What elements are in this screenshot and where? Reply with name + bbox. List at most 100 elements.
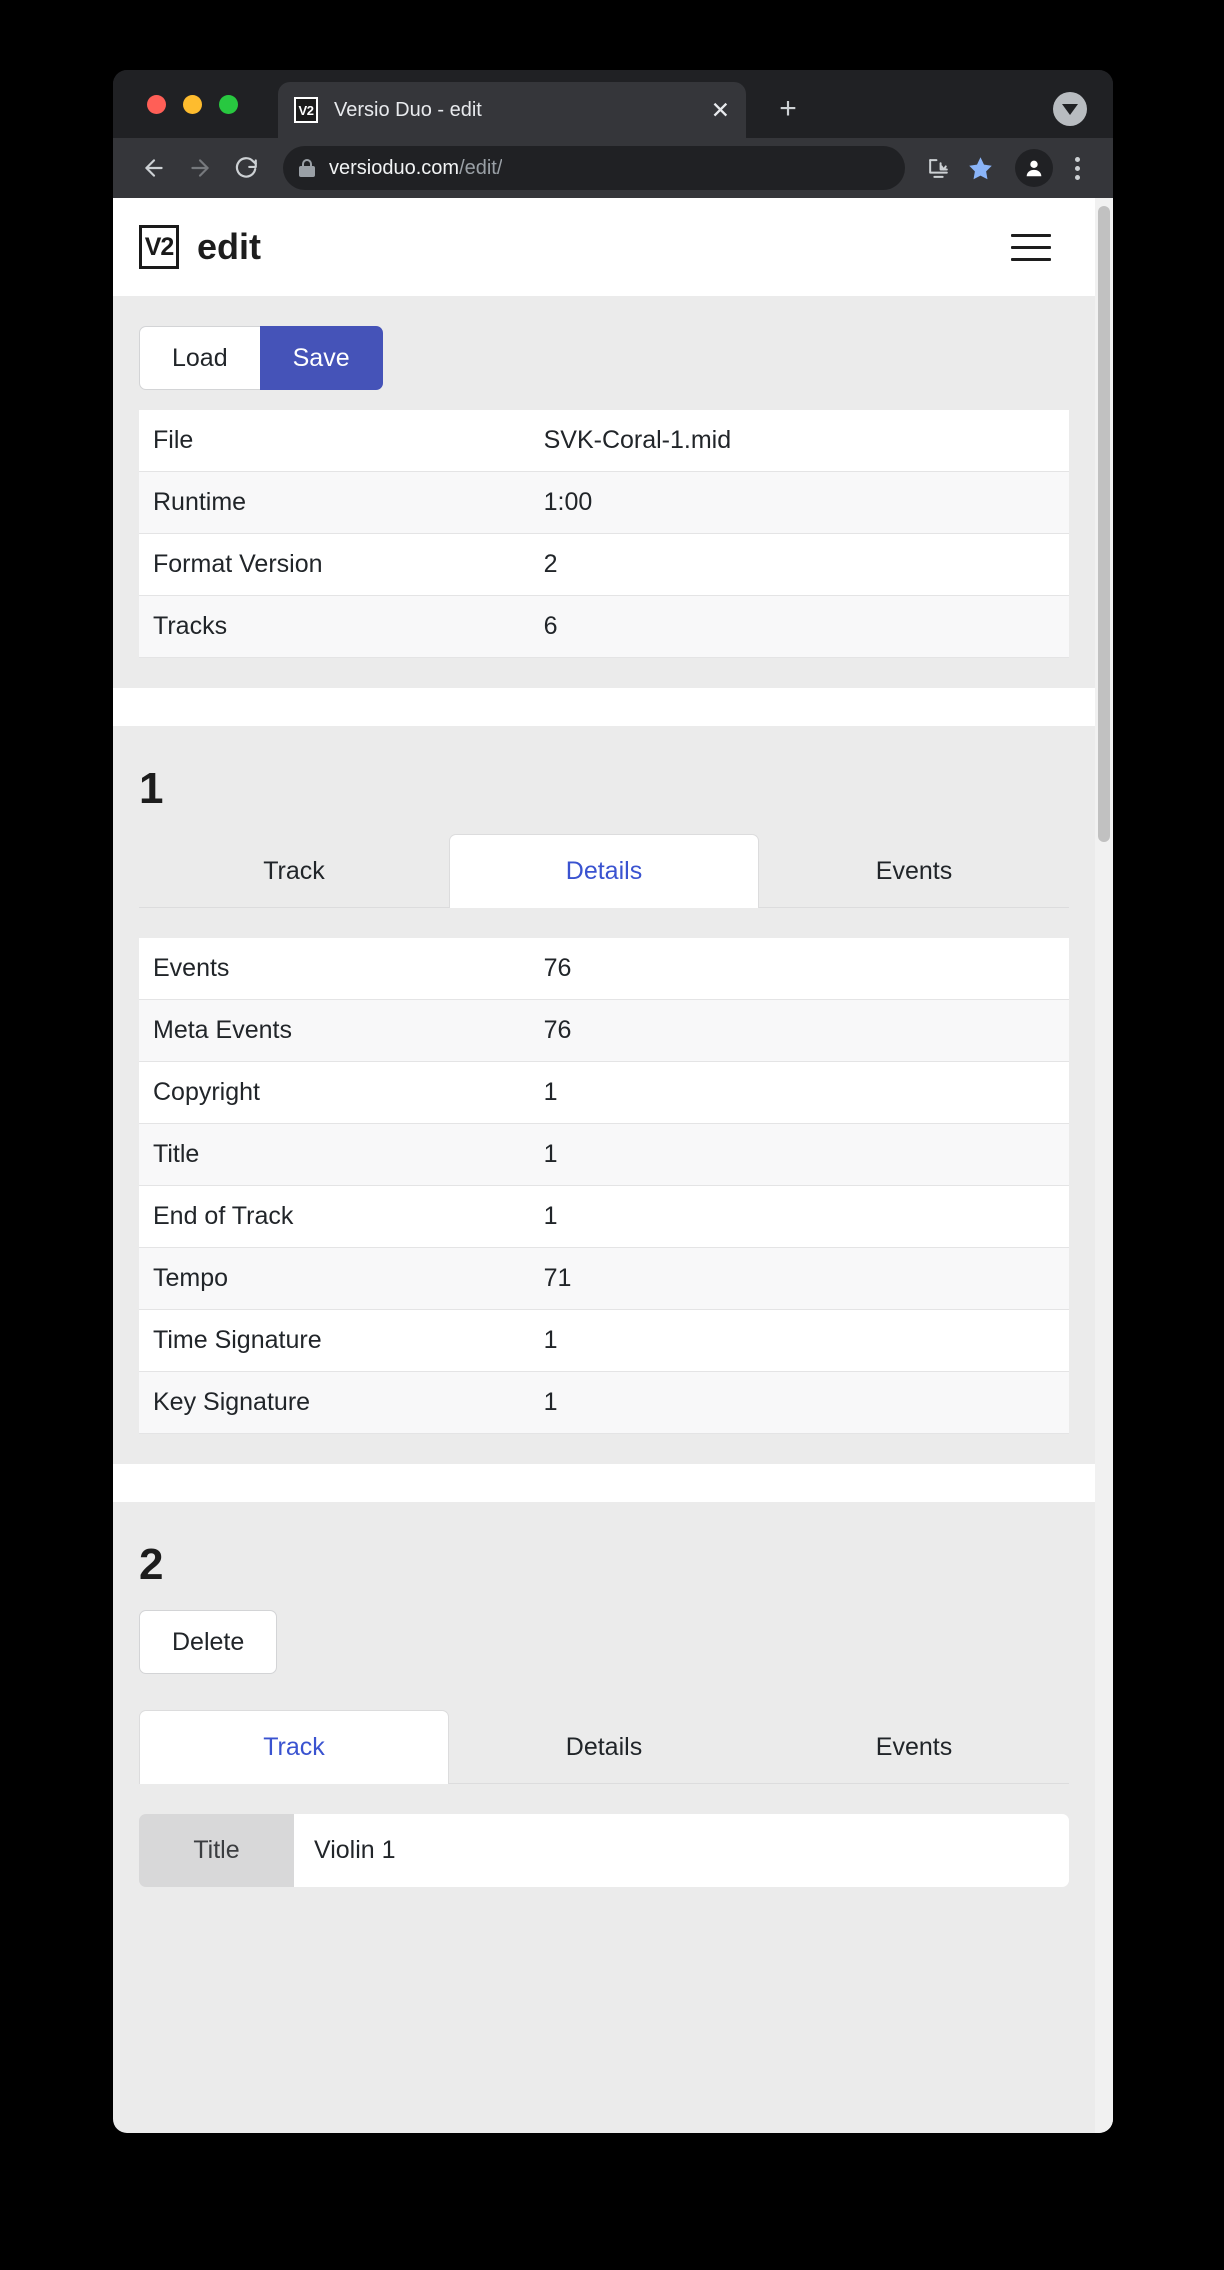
toolbar-actions (917, 147, 1095, 189)
url-path: /edit/ (459, 156, 503, 179)
track-2-title-group: Title (139, 1814, 1069, 1887)
lock-icon (299, 158, 315, 178)
person-icon[interactable] (1015, 149, 1053, 187)
forward-arrow-icon[interactable] (177, 145, 223, 191)
track-1-number: 1 (139, 764, 164, 813)
hamburger-icon[interactable] (1011, 233, 1051, 261)
browser-tab-title: Versio Duo - edit (334, 98, 482, 121)
row-value: 1:00 (529, 471, 1069, 534)
row-value: 1 (529, 1123, 1069, 1186)
delete-button[interactable]: Delete (139, 1610, 278, 1674)
row-value: 6 (529, 595, 1069, 658)
row-key: Meta Events (139, 999, 530, 1062)
row-key: Tracks (139, 595, 530, 658)
row-key: File (139, 410, 530, 472)
address-bar[interactable]: versioduo.com/edit/ (283, 146, 905, 190)
file-info-rows: File SVK-Coral-1.mid Runtime 1:00 Format Ver… (139, 410, 1069, 658)
table-row: Runtime 1:00 (139, 471, 1069, 534)
file-section: Load Save File SVK-Coral-1.mid Runtime 1:00… (113, 296, 1095, 658)
three-dots-icon[interactable] (1059, 147, 1095, 189)
track-2-section: 2 Delete Track Details Events Title (113, 1502, 1095, 1917)
row-key: Title (139, 1123, 530, 1186)
app-header: V2 edit (113, 198, 1095, 296)
row-value: 2 (529, 533, 1069, 596)
app-logo-icon: V2 (139, 225, 179, 269)
section-bottom-pad (139, 1887, 1069, 1917)
table-row: End of Track 1 (139, 1185, 1069, 1248)
page-title: edit (197, 226, 262, 267)
browser-tab[interactable]: V2 Versio Duo - edit ✕ (278, 82, 746, 138)
load-save-button-group: Load Save (139, 326, 383, 390)
app-logo-label: V2 (144, 232, 175, 261)
track-1-tab-bar: Track Details Events (139, 834, 1069, 908)
browser-toolbar: versioduo.com/edit/ (113, 138, 1113, 198)
tab-events[interactable]: Events (759, 834, 1069, 908)
table-row: Tempo 71 (139, 1247, 1069, 1310)
load-button[interactable]: Load (139, 326, 261, 390)
table-row: Events 76 (139, 938, 1069, 1000)
track-2-actions: Delete (139, 1596, 1069, 1696)
track-1-section: 1 Track Details Events Events 76 Meta Even… (113, 726, 1095, 1434)
row-key: Events (139, 938, 530, 1000)
file-actions: Load Save (139, 296, 1069, 410)
close-icon[interactable]: ✕ (711, 98, 730, 122)
tab-details[interactable]: Details (449, 834, 759, 908)
window-close-button[interactable] (147, 94, 166, 114)
url-host: versioduo.com (329, 156, 460, 179)
row-key: Runtime (139, 471, 530, 534)
scrollbar-thumb[interactable] (1098, 206, 1110, 842)
track-1-details-rows: Events 76 Meta Events 76 Copyright 1 Title 1 End… (139, 938, 1069, 1434)
star-icon[interactable] (959, 147, 1001, 189)
row-key: End of Track (139, 1185, 530, 1248)
tab-track[interactable]: Track (139, 1710, 449, 1784)
row-key: Tempo (139, 1247, 530, 1310)
row-key: Key Signature (139, 1371, 530, 1434)
track-2-tab-bar: Track Details Events (139, 1710, 1069, 1784)
back-arrow-icon[interactable] (131, 145, 177, 191)
window-controls (147, 70, 238, 138)
window-maximize-button[interactable] (219, 94, 238, 114)
new-tab-icon[interactable]: + (768, 90, 808, 130)
section-separator-2 (113, 1464, 1095, 1502)
url-text: versioduo.com/edit/ (329, 157, 502, 180)
tab-track[interactable]: Track (139, 834, 449, 908)
row-value: 76 (529, 938, 1069, 1000)
chevron-down-circle-icon[interactable] (1053, 92, 1087, 126)
track-1-details-table: Events 76 Meta Events 76 Copyright 1 Title 1 End… (139, 938, 1069, 1434)
browser-tab-strip: V2 Versio Duo - edit ✕ + (113, 70, 1113, 138)
row-value: 1 (529, 1185, 1069, 1248)
row-value: 1 (529, 1309, 1069, 1372)
browser-window: V2 Versio Duo - edit ✕ + versioduo.com/e… (113, 70, 1113, 2133)
page-viewport: V2 edit Load Save File SVK-Coral-1.mid Run… (113, 198, 1113, 2133)
track-2-number: 2 (139, 1540, 164, 1589)
table-row: Meta Events 76 (139, 999, 1069, 1062)
row-key: Time Signature (139, 1309, 530, 1372)
row-key: Format Version (139, 533, 530, 596)
window-minimize-button[interactable] (183, 94, 202, 114)
table-row: Time Signature 1 (139, 1309, 1069, 1372)
table-row: Key Signature 1 (139, 1371, 1069, 1434)
row-value: SVK-Coral-1.mid (529, 410, 1069, 472)
save-button[interactable]: Save (259, 326, 383, 390)
favicon-icon: V2 (294, 97, 318, 123)
title-input[interactable] (294, 1814, 1069, 1887)
row-value: 76 (529, 999, 1069, 1062)
file-info-table: File SVK-Coral-1.mid Runtime 1:00 Format Ver… (139, 410, 1069, 658)
table-row: Format Version 2 (139, 533, 1069, 596)
page-content: V2 edit Load Save File SVK-Coral-1.mid Run… (113, 198, 1095, 1917)
row-key: Copyright (139, 1061, 530, 1124)
chevron-down-glyph (1062, 103, 1078, 115)
title-field-label: Title (139, 1814, 294, 1887)
download-icon[interactable] (917, 147, 959, 189)
table-row: Copyright 1 (139, 1061, 1069, 1124)
row-value: 71 (529, 1247, 1069, 1310)
favicon-label: V2 (298, 102, 314, 118)
table-row: Tracks 6 (139, 595, 1069, 658)
table-row: Title 1 (139, 1123, 1069, 1186)
tab-details[interactable]: Details (449, 1710, 759, 1784)
tab-events[interactable]: Events (759, 1710, 1069, 1784)
row-value: 1 (529, 1371, 1069, 1434)
row-value: 1 (529, 1061, 1069, 1124)
reload-icon[interactable] (223, 145, 269, 191)
scrollbar[interactable] (1095, 198, 1113, 2133)
